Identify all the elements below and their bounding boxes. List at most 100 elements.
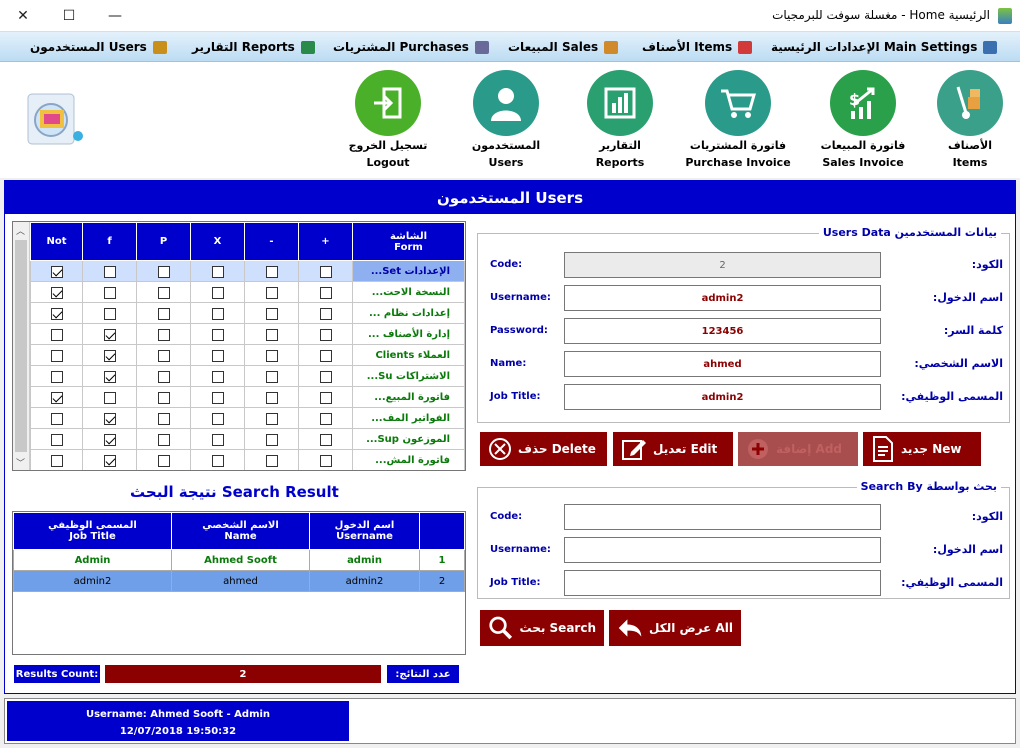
permission-checkbox-p[interactable] [157,412,170,425]
user-field-input[interactable]: ahmed [564,351,881,377]
search-button[interactable]: بحث Search [480,610,604,646]
permission-checkbox-not[interactable] [50,286,63,299]
toolbar-logout[interactable]: تسجيل الخروج Logout [328,70,448,169]
close-button[interactable]: ✕ [0,0,46,32]
add-button[interactable]: إضافة Add [738,432,858,466]
permission-row[interactable]: النسخة الاحت... [30,281,465,303]
permission-checkbox-plus[interactable] [319,328,332,341]
toolbar-purchase-invoice[interactable]: فاتورة المشتريات Purchase Invoice [678,70,798,169]
search-result-grid[interactable]: المسمى الوظيفي Job Title الاسم الشخصي Name… [12,511,466,655]
edit-button[interactable]: تعديل Edit [613,432,733,466]
permission-checkbox-p[interactable] [157,433,170,446]
permission-row[interactable]: إعدادات نظام ... [30,302,465,324]
permission-checkbox-x[interactable] [211,307,224,320]
permission-checkbox-f[interactable] [103,391,116,404]
search-field-input[interactable] [564,537,881,563]
permission-checkbox-minus[interactable] [265,286,278,299]
permission-checkbox-not[interactable] [50,370,63,383]
permission-checkbox-plus[interactable] [319,370,332,383]
scroll-down-icon[interactable]: ﹀ [16,456,25,469]
show-all-button[interactable]: عرض الكل All [609,610,741,646]
permission-checkbox-f[interactable] [103,307,116,320]
menu-reports[interactable]: التقارير Reports [192,40,315,54]
permission-row[interactable]: العملاء Clients [30,344,465,366]
maximize-button[interactable]: ☐ [46,0,92,32]
menu-users[interactable]: المستخدمون Users [30,40,167,54]
toolbar-items[interactable]: الأصناف Items [910,70,1020,169]
permission-checkbox-x[interactable] [211,412,224,425]
permission-checkbox-minus[interactable] [265,412,278,425]
permission-checkbox-minus[interactable] [265,349,278,362]
permission-checkbox-minus[interactable] [265,454,278,467]
permission-checkbox-plus[interactable] [319,307,332,320]
permission-checkbox-f[interactable] [103,412,116,425]
permission-checkbox-x[interactable] [211,328,224,341]
toolbar-reports[interactable]: التقارير Reports [560,70,680,169]
permission-checkbox-not[interactable] [50,391,63,404]
permission-checkbox-minus[interactable] [265,391,278,404]
permission-checkbox-plus[interactable] [319,286,332,299]
delete-button[interactable]: حذف Delete [480,432,607,466]
permission-checkbox-plus[interactable] [319,391,332,404]
menu-sales[interactable]: المبيعات Sales [508,40,619,54]
menu-purchases[interactable]: المشتريات Purchases [333,40,489,54]
permission-checkbox-not[interactable] [50,454,63,467]
toolbar-sales-invoice[interactable]: $ فاتورة المبيعات Sales Invoice [803,70,923,169]
search-field-input[interactable] [564,504,881,530]
permission-row[interactable]: الإعدادات Set... [30,260,465,282]
permission-checkbox-p[interactable] [157,286,170,299]
permission-row[interactable]: فاتورة المش... [30,449,465,470]
permissions-scrollbar[interactable]: ︿ ﹀ [13,222,30,470]
permissions-grid[interactable]: ︿ ﹀ Not f P X - + الشاشة Form الإعدادات … [12,221,466,471]
minimize-button[interactable]: — [92,0,138,32]
permission-row[interactable]: الموزعون Sup... [30,428,465,450]
permission-checkbox-x[interactable] [211,370,224,383]
permission-row[interactable]: فاتورة المبيع... [30,386,465,408]
menu-items[interactable]: الأصناف Items [642,40,753,54]
permission-row[interactable]: إدارة الأصناف ... [30,323,465,345]
permission-checkbox-plus[interactable] [319,433,332,446]
new-button[interactable]: جديد New [863,432,981,466]
permission-checkbox-x[interactable] [211,265,224,278]
permission-checkbox-f[interactable] [103,328,116,341]
permission-checkbox-minus[interactable] [265,328,278,341]
toolbar-users[interactable]: المستخدمون Users [446,70,566,169]
permission-checkbox-minus[interactable] [265,265,278,278]
permission-checkbox-not[interactable] [50,412,63,425]
user-field-input[interactable]: admin2 [564,285,881,311]
permission-checkbox-p[interactable] [157,370,170,383]
user-field-input[interactable]: 2 [564,252,881,278]
permission-checkbox-plus[interactable] [319,265,332,278]
permission-checkbox-minus[interactable] [265,433,278,446]
permission-checkbox-p[interactable] [157,349,170,362]
scroll-up-icon[interactable]: ︿ [16,224,25,237]
permission-checkbox-not[interactable] [50,433,63,446]
permission-checkbox-not[interactable] [50,328,63,341]
permission-checkbox-minus[interactable] [265,307,278,320]
permission-checkbox-f[interactable] [103,454,116,467]
permission-checkbox-x[interactable] [211,391,224,404]
permission-checkbox-x[interactable] [211,454,224,467]
permission-checkbox-p[interactable] [157,328,170,341]
permission-checkbox-f[interactable] [103,265,116,278]
permission-checkbox-plus[interactable] [319,412,332,425]
menu-main-settings[interactable]: الإعدادات الرئيسية Main Settings [771,40,998,54]
permission-checkbox-minus[interactable] [265,370,278,383]
permission-checkbox-f[interactable] [103,349,116,362]
permission-checkbox-x[interactable] [211,349,224,362]
permission-checkbox-not[interactable] [50,307,63,320]
permission-checkbox-not[interactable] [50,349,63,362]
permission-checkbox-plus[interactable] [319,349,332,362]
permission-checkbox-x[interactable] [211,286,224,299]
permission-checkbox-f[interactable] [103,286,116,299]
search-result-row[interactable]: admin2 ahmed admin2 2 [13,570,465,592]
scroll-thumb[interactable] [15,240,27,452]
permission-checkbox-p[interactable] [157,265,170,278]
search-field-input[interactable] [564,570,881,596]
permission-checkbox-plus[interactable] [319,454,332,467]
user-field-input[interactable]: admin2 [564,384,881,410]
permission-row[interactable]: الاشتراكات Su... [30,365,465,387]
search-result-row[interactable]: Admin Ahmed Sooft admin 1 [13,549,465,571]
permission-checkbox-p[interactable] [157,454,170,467]
permission-checkbox-p[interactable] [157,307,170,320]
